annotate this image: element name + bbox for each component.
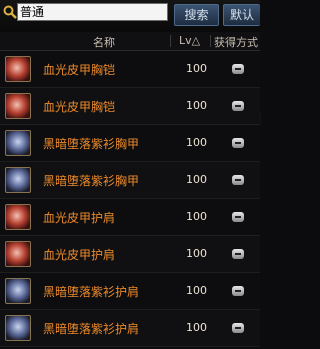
item-name: 血光皮甲护肩 [43, 211, 116, 225]
column-name[interactable]: 名称 [93, 34, 115, 50]
minus-icon[interactable] [232, 286, 244, 296]
default-button[interactable]: 默认 [223, 4, 260, 26]
item-row[interactable]: 黑暗堕落紫衫护肩 100 [0, 310, 260, 347]
item-row[interactable]: 黑暗堕落紫衫胸甲 100 [0, 125, 260, 162]
item-row[interactable]: 血光皮甲胸铠 100 [0, 51, 260, 88]
item-level: 100 [186, 136, 207, 149]
item-level: 100 [186, 284, 207, 297]
item-level: 100 [186, 321, 207, 334]
item-name: 黑暗堕落紫衫护肩 [43, 285, 140, 299]
item-row[interactable]: 血光皮甲护肩 100 [0, 236, 260, 273]
item-level: 100 [186, 247, 207, 260]
dark-shoulder-icon [5, 315, 31, 341]
minus-icon[interactable] [232, 249, 244, 259]
minus-icon[interactable] [232, 138, 244, 148]
minus-icon[interactable] [232, 101, 244, 111]
column-header: 名称 Lv△ 获得方式 [0, 32, 260, 51]
item-row[interactable]: 血光皮甲胸铠 100 [0, 88, 260, 125]
search-button[interactable]: 搜索 [174, 4, 219, 26]
item-name: 黑暗堕落紫衫护肩 [43, 322, 140, 336]
red-shoulder-icon [5, 241, 31, 267]
red-armor-icon [5, 93, 31, 119]
item-level: 100 [186, 99, 207, 112]
column-separator [210, 35, 211, 47]
column-level[interactable]: Lv△ [179, 34, 200, 47]
minus-icon[interactable] [232, 323, 244, 333]
item-name: 黑暗堕落紫衫胸甲 [43, 137, 140, 151]
item-name: 血光皮甲护肩 [43, 248, 116, 262]
column-source[interactable]: 获得方式 [214, 34, 258, 50]
search-input[interactable]: 普通 [17, 3, 168, 21]
search-toolbar: 普通 搜索 默认 [0, 0, 260, 32]
item-row[interactable]: 黑暗堕落紫衫护肩 100 [0, 273, 260, 310]
item-list: 血光皮甲胸铠 100 血光皮甲胸铠 100 黑暗堕落紫衫胸甲 100 黑暗堕落紫… [0, 51, 260, 347]
item-name: 血光皮甲胸铠 [43, 100, 116, 114]
red-armor-icon [5, 56, 31, 82]
item-row[interactable]: 黑暗堕落紫衫胸甲 100 [0, 162, 260, 199]
item-name: 血光皮甲胸铠 [43, 63, 116, 77]
item-level: 100 [186, 210, 207, 223]
item-level: 100 [186, 173, 207, 186]
dark-armor-icon [5, 130, 31, 156]
item-row[interactable]: 血光皮甲护肩 100 [0, 199, 260, 236]
minus-icon[interactable] [232, 175, 244, 185]
item-level: 100 [186, 62, 207, 75]
search-icon [3, 5, 17, 19]
item-name: 黑暗堕落紫衫胸甲 [43, 174, 140, 188]
minus-icon[interactable] [232, 64, 244, 74]
dark-shoulder-icon [5, 278, 31, 304]
red-shoulder-icon [5, 204, 31, 230]
column-separator [170, 35, 171, 47]
minus-icon[interactable] [232, 212, 244, 222]
dark-armor-icon [5, 167, 31, 193]
